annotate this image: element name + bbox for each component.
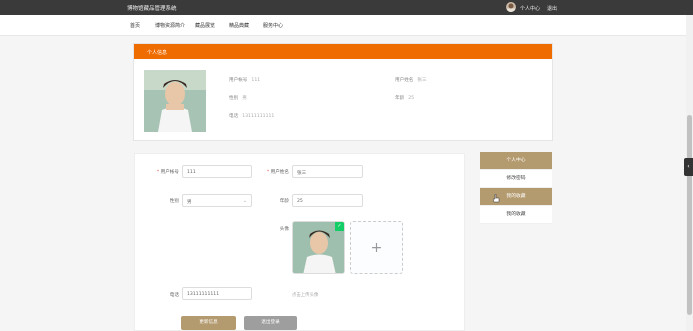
- chevron-left-icon[interactable]: ‹: [684, 158, 693, 176]
- avatar-preview[interactable]: ✓: [292, 221, 345, 274]
- top-bar: 博物馆藏品管理系统 个人中心 退出: [0, 0, 693, 15]
- chevron-down-icon: ⌄: [242, 198, 247, 204]
- side-menu: 个人中心 修改密码 我的收藏 我的收藏: [480, 152, 552, 224]
- nav-service[interactable]: 服务中心: [263, 22, 283, 29]
- menu-item-change-password[interactable]: 修改密码: [480, 170, 552, 188]
- check-icon: ✓: [335, 222, 344, 231]
- panel-heading: 个人信息: [134, 44, 552, 59]
- phone-input[interactable]: 13111111111: [182, 287, 252, 300]
- main-nav: 首页 博物资源简介 藏品展览 精品典藏 服务中心: [0, 15, 686, 36]
- gender-select[interactable]: 男 ⌄: [182, 194, 252, 207]
- nav-home[interactable]: 首页: [130, 22, 140, 29]
- edit-form-panel: * 用户帐号 111 * 用户姓名 张三 性别 男 ⌄ 年龄 25 头像 ✓ + …: [134, 153, 465, 331]
- upload-hint: 点击上传头像: [292, 293, 319, 298]
- name-input[interactable]: 张三: [292, 165, 363, 178]
- account-input[interactable]: 111: [182, 165, 252, 178]
- update-button[interactable]: 更新信息: [181, 316, 236, 330]
- age-label: 年龄: [279, 199, 289, 204]
- profile-photo: [144, 70, 206, 132]
- logout-link[interactable]: 退出: [547, 5, 557, 12]
- info-age: 年龄 25: [395, 96, 415, 101]
- logout-button[interactable]: 退出登录: [244, 316, 297, 330]
- nav-collections[interactable]: 精品典藏: [229, 22, 249, 29]
- phone-label: 电话: [169, 293, 179, 298]
- avatar-label: 头像: [279, 227, 289, 232]
- user-center-link[interactable]: 个人中心: [520, 5, 540, 12]
- menu-item-my-favorites[interactable]: 我的收藏: [480, 206, 552, 224]
- info-gender: 性别男: [229, 96, 247, 101]
- scrollbar-thumb[interactable]: [687, 115, 692, 315]
- account-label: * 用户帐号: [156, 170, 179, 175]
- upload-button[interactable]: +: [350, 221, 403, 274]
- menu-item-my-favorites-hover[interactable]: 我的收藏: [480, 188, 552, 206]
- hand-cursor-icon: [493, 194, 500, 203]
- avatar[interactable]: [506, 2, 516, 12]
- info-name: 用户姓名 张三: [395, 78, 427, 83]
- app-title: 博物馆藏品管理系统: [127, 6, 177, 12]
- nav-museum-intro[interactable]: 博物资源简介: [155, 22, 185, 29]
- menu-item-user-center[interactable]: 个人中心: [480, 152, 552, 170]
- info-account: 用户帐号 111: [229, 78, 261, 83]
- personal-info-panel: 个人信息 用户帐号 111 用户姓名 张三 性别男 年龄 25 电话 131111111…: [133, 43, 553, 141]
- gender-label: 性别: [169, 199, 179, 204]
- name-label: * 用户姓名: [266, 170, 289, 175]
- age-input[interactable]: 25: [292, 194, 363, 207]
- info-phone: 电话 13111111111: [229, 114, 275, 119]
- nav-exhibitions[interactable]: 藏品展览: [195, 22, 215, 29]
- gender-value: 男: [187, 200, 192, 205]
